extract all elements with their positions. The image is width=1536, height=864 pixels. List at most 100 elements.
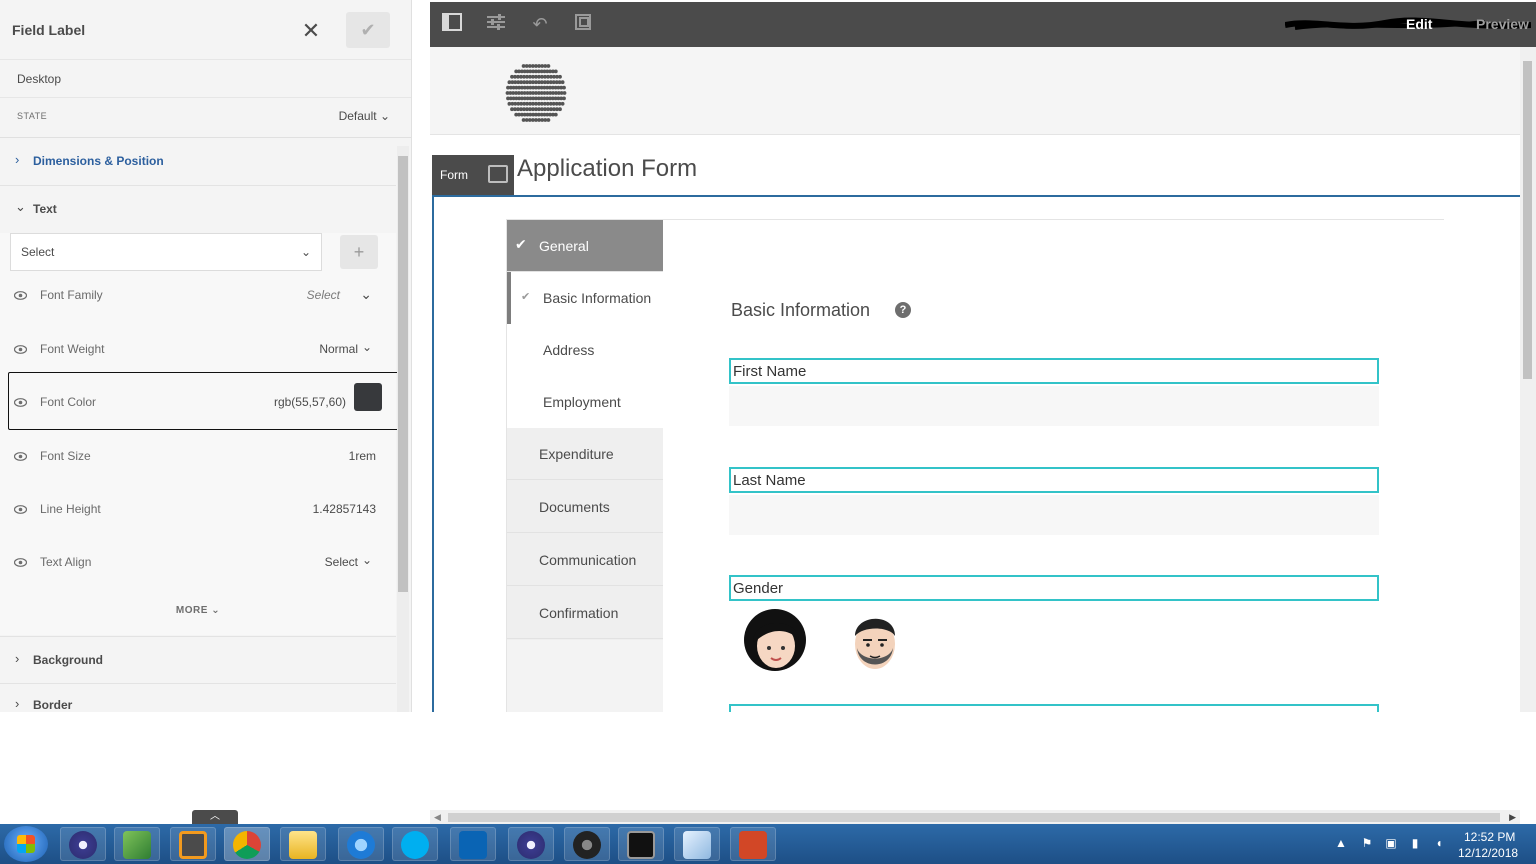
canvas-scrollbar[interactable] xyxy=(1520,47,1536,712)
taskbar-powerpoint[interactable] xyxy=(730,827,776,861)
taskbar-command-prompt[interactable] xyxy=(618,827,664,861)
taskbar-notepad[interactable] xyxy=(674,827,720,861)
eye-icon[interactable] xyxy=(14,452,27,461)
font-color-annotation xyxy=(8,372,400,430)
wizard-container: ✔ General ✔ Basic Information Address Em… xyxy=(506,219,1445,712)
volume-muted-icon[interactable]: ◖ xyxy=(1432,836,1446,850)
system-tray: ▲ ⚑ ▣ ▮ ◖ 12:52 PM 12/12/2018 xyxy=(1330,824,1536,864)
nav-item-address[interactable]: Address xyxy=(507,324,663,376)
clock-time[interactable]: 12:52 PM xyxy=(1464,830,1515,844)
plus-icon: + xyxy=(353,242,365,262)
horizontal-scrollbar[interactable]: ◀ ▶ xyxy=(430,810,1520,824)
sublime-text-icon xyxy=(179,831,207,859)
first-name-label[interactable]: First Name xyxy=(729,358,1379,384)
taskbar-eclipse-2[interactable] xyxy=(508,827,554,861)
notepad-icon xyxy=(683,831,711,859)
taskbar-eclipse[interactable] xyxy=(60,827,106,861)
confirm-button[interactable]: ✔ xyxy=(346,12,390,48)
taskbar-file-explorer[interactable] xyxy=(280,827,326,861)
checkmark-icon: ✔ xyxy=(515,236,527,252)
last-name-label[interactable]: Last Name xyxy=(729,467,1379,493)
next-field-label[interactable] xyxy=(729,704,1379,712)
side-panel-toggle-icon[interactable] xyxy=(441,13,463,35)
copy-icon[interactable] xyxy=(573,13,595,35)
properties-icon[interactable] xyxy=(485,13,507,35)
outlook-icon xyxy=(459,831,487,859)
nav-item-employment[interactable]: Employment xyxy=(507,376,663,428)
help-icon[interactable]: ? xyxy=(895,302,911,318)
network-icon[interactable]: ▮ xyxy=(1408,836,1422,850)
wizard-panel: Basic Information ? First Name Last Name… xyxy=(663,220,1445,712)
section-background[interactable]: › Background xyxy=(0,636,396,684)
action-center-flag-icon[interactable]: ⚑ xyxy=(1360,836,1374,850)
scroll-right-icon[interactable]: ▶ xyxy=(1509,810,1516,824)
property-font-family[interactable]: Font Family Select ⌄ xyxy=(0,285,396,335)
section-text[interactable]: ⌄ Text xyxy=(0,186,396,234)
male-avatar-icon[interactable] xyxy=(843,608,907,672)
nav-item-documents[interactable]: Documents xyxy=(507,481,663,533)
edit-mode-button[interactable]: Edit xyxy=(1406,16,1432,32)
style-panel-scrollbar[interactable] xyxy=(397,146,409,712)
eye-icon[interactable] xyxy=(14,558,27,567)
eye-icon[interactable] xyxy=(14,291,27,300)
section-border[interactable]: › Border xyxy=(0,684,396,712)
terminal-icon xyxy=(627,831,655,859)
add-preset-button[interactable]: + xyxy=(340,235,378,269)
powerpoint-icon xyxy=(739,831,767,859)
eye-icon[interactable] xyxy=(14,505,27,514)
property-text-align[interactable]: Text Align Select ⌄ xyxy=(0,552,396,602)
form-selection-outline-left xyxy=(432,195,434,712)
taskbar-spreadsheet[interactable] xyxy=(114,827,160,861)
chevron-down-icon: ⌄ xyxy=(360,286,372,302)
state-selector[interactable]: STATE Default ⌄ xyxy=(0,98,411,138)
taskbar-sublime[interactable] xyxy=(170,827,216,861)
start-button[interactable] xyxy=(4,826,48,862)
nav-item-confirmation[interactable]: Confirmation xyxy=(507,587,663,639)
nav-item-communication[interactable]: Communication xyxy=(507,534,663,586)
clock-date[interactable]: 12/12/2018 xyxy=(1458,846,1518,860)
state-dropdown[interactable]: Default ⌄ xyxy=(339,109,390,123)
nav-item-general[interactable]: ✔ General xyxy=(507,220,663,272)
form-component-badge[interactable]: Form xyxy=(432,155,514,195)
taskbar-app-settings[interactable] xyxy=(564,827,610,861)
internet-explorer-icon xyxy=(347,831,375,859)
chrome-icon xyxy=(233,831,261,859)
state-label: STATE xyxy=(17,111,48,121)
female-avatar-icon[interactable] xyxy=(743,608,807,672)
taskbar-outlook[interactable] xyxy=(450,827,496,861)
style-panel: Field Label ✕ ✔ Desktop STATE Default ⌄ … xyxy=(0,0,412,712)
breakpoint-selector[interactable]: Desktop xyxy=(0,60,411,98)
section-dimensions-position[interactable]: › Dimensions & Position xyxy=(0,138,396,186)
more-link[interactable]: MORE ⌄ xyxy=(0,605,396,616)
gender-label[interactable]: Gender xyxy=(729,575,1379,601)
panel-resize-strip: ︿ xyxy=(0,810,412,824)
text-preset-select[interactable]: Select ⌄ xyxy=(10,233,322,271)
style-panel-title: Field Label xyxy=(12,22,86,38)
scrollbar-thumb[interactable] xyxy=(1523,61,1532,379)
nav-item-expenditure[interactable]: Expenditure xyxy=(507,428,663,480)
chevron-down-icon: ⌄ xyxy=(300,245,311,259)
property-line-height[interactable]: Line Height 1.42857143 xyxy=(0,499,396,549)
preview-mode-button[interactable]: Preview xyxy=(1476,16,1529,32)
taskbar-skype[interactable] xyxy=(392,827,438,861)
chevron-down-icon: ⌄ xyxy=(15,199,26,214)
power-icon[interactable]: ▣ xyxy=(1384,836,1398,850)
expand-panel-handle[interactable]: ︿ xyxy=(192,810,238,824)
scrollbar-thumb[interactable] xyxy=(448,813,1500,822)
windows-logo-icon xyxy=(17,835,35,853)
last-name-input[interactable] xyxy=(729,495,1379,535)
eye-icon[interactable] xyxy=(14,345,27,354)
scroll-left-icon[interactable]: ◀ xyxy=(434,810,441,824)
close-button[interactable]: ✕ xyxy=(296,16,326,46)
show-hidden-icons-icon[interactable]: ▲ xyxy=(1334,836,1348,850)
taskbar-internet-explorer[interactable] xyxy=(338,827,384,861)
taskbar-chrome[interactable] xyxy=(224,827,270,861)
checkmark-icon: ✔ xyxy=(521,291,531,303)
editor-canvas: Form Application Form ✔ General ✔ Basic … xyxy=(430,47,1520,712)
first-name-input[interactable] xyxy=(729,386,1379,426)
style-panel-header: Field Label ✕ ✔ xyxy=(0,0,411,60)
undo-icon[interactable]: ↶ xyxy=(529,13,551,35)
nav-item-basic-information[interactable]: ✔ Basic Information xyxy=(507,272,663,324)
property-font-size[interactable]: Font Size 1rem xyxy=(0,446,396,496)
scrollbar-thumb[interactable] xyxy=(398,156,408,592)
